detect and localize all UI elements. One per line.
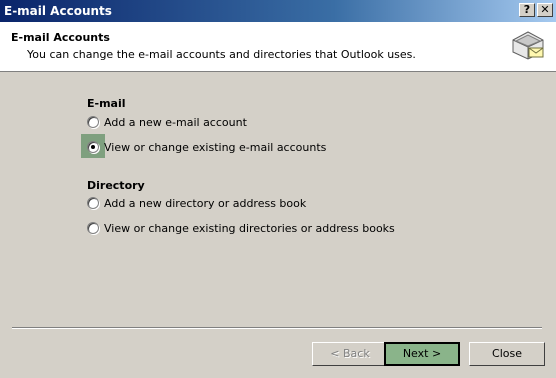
back-button[interactable]: < Back	[312, 342, 388, 366]
header-panel: E-mail Accounts You can change the e-mai…	[0, 22, 556, 72]
add-directory-radio[interactable]	[87, 197, 99, 209]
title-bar: E-mail Accounts ? ✕	[0, 0, 556, 22]
footer-separator	[12, 327, 542, 329]
header-title: E-mail Accounts	[11, 31, 110, 44]
view-email-accounts-radio[interactable]	[87, 141, 99, 153]
header-description: You can change the e-mail accounts and d…	[27, 48, 416, 61]
next-button[interactable]: Next >	[384, 342, 460, 366]
email-group-title: E-mail	[87, 97, 126, 110]
mailbox-envelope-icon	[512, 31, 544, 60]
view-email-accounts-label: View or change existing e-mail accounts	[104, 141, 327, 154]
add-directory-label: Add a new directory or address book	[104, 197, 307, 210]
view-directories-label: View or change existing directories or a…	[104, 222, 395, 235]
close-button[interactable]: Close	[469, 342, 545, 366]
help-button[interactable]: ?	[519, 3, 535, 17]
close-window-button[interactable]: ✕	[537, 3, 553, 17]
directory-group-title: Directory	[87, 179, 145, 192]
window-title: E-mail Accounts	[4, 4, 112, 18]
view-directories-radio[interactable]	[87, 222, 99, 234]
add-email-account-label: Add a new e-mail account	[104, 116, 247, 129]
add-email-account-radio[interactable]	[87, 116, 99, 128]
